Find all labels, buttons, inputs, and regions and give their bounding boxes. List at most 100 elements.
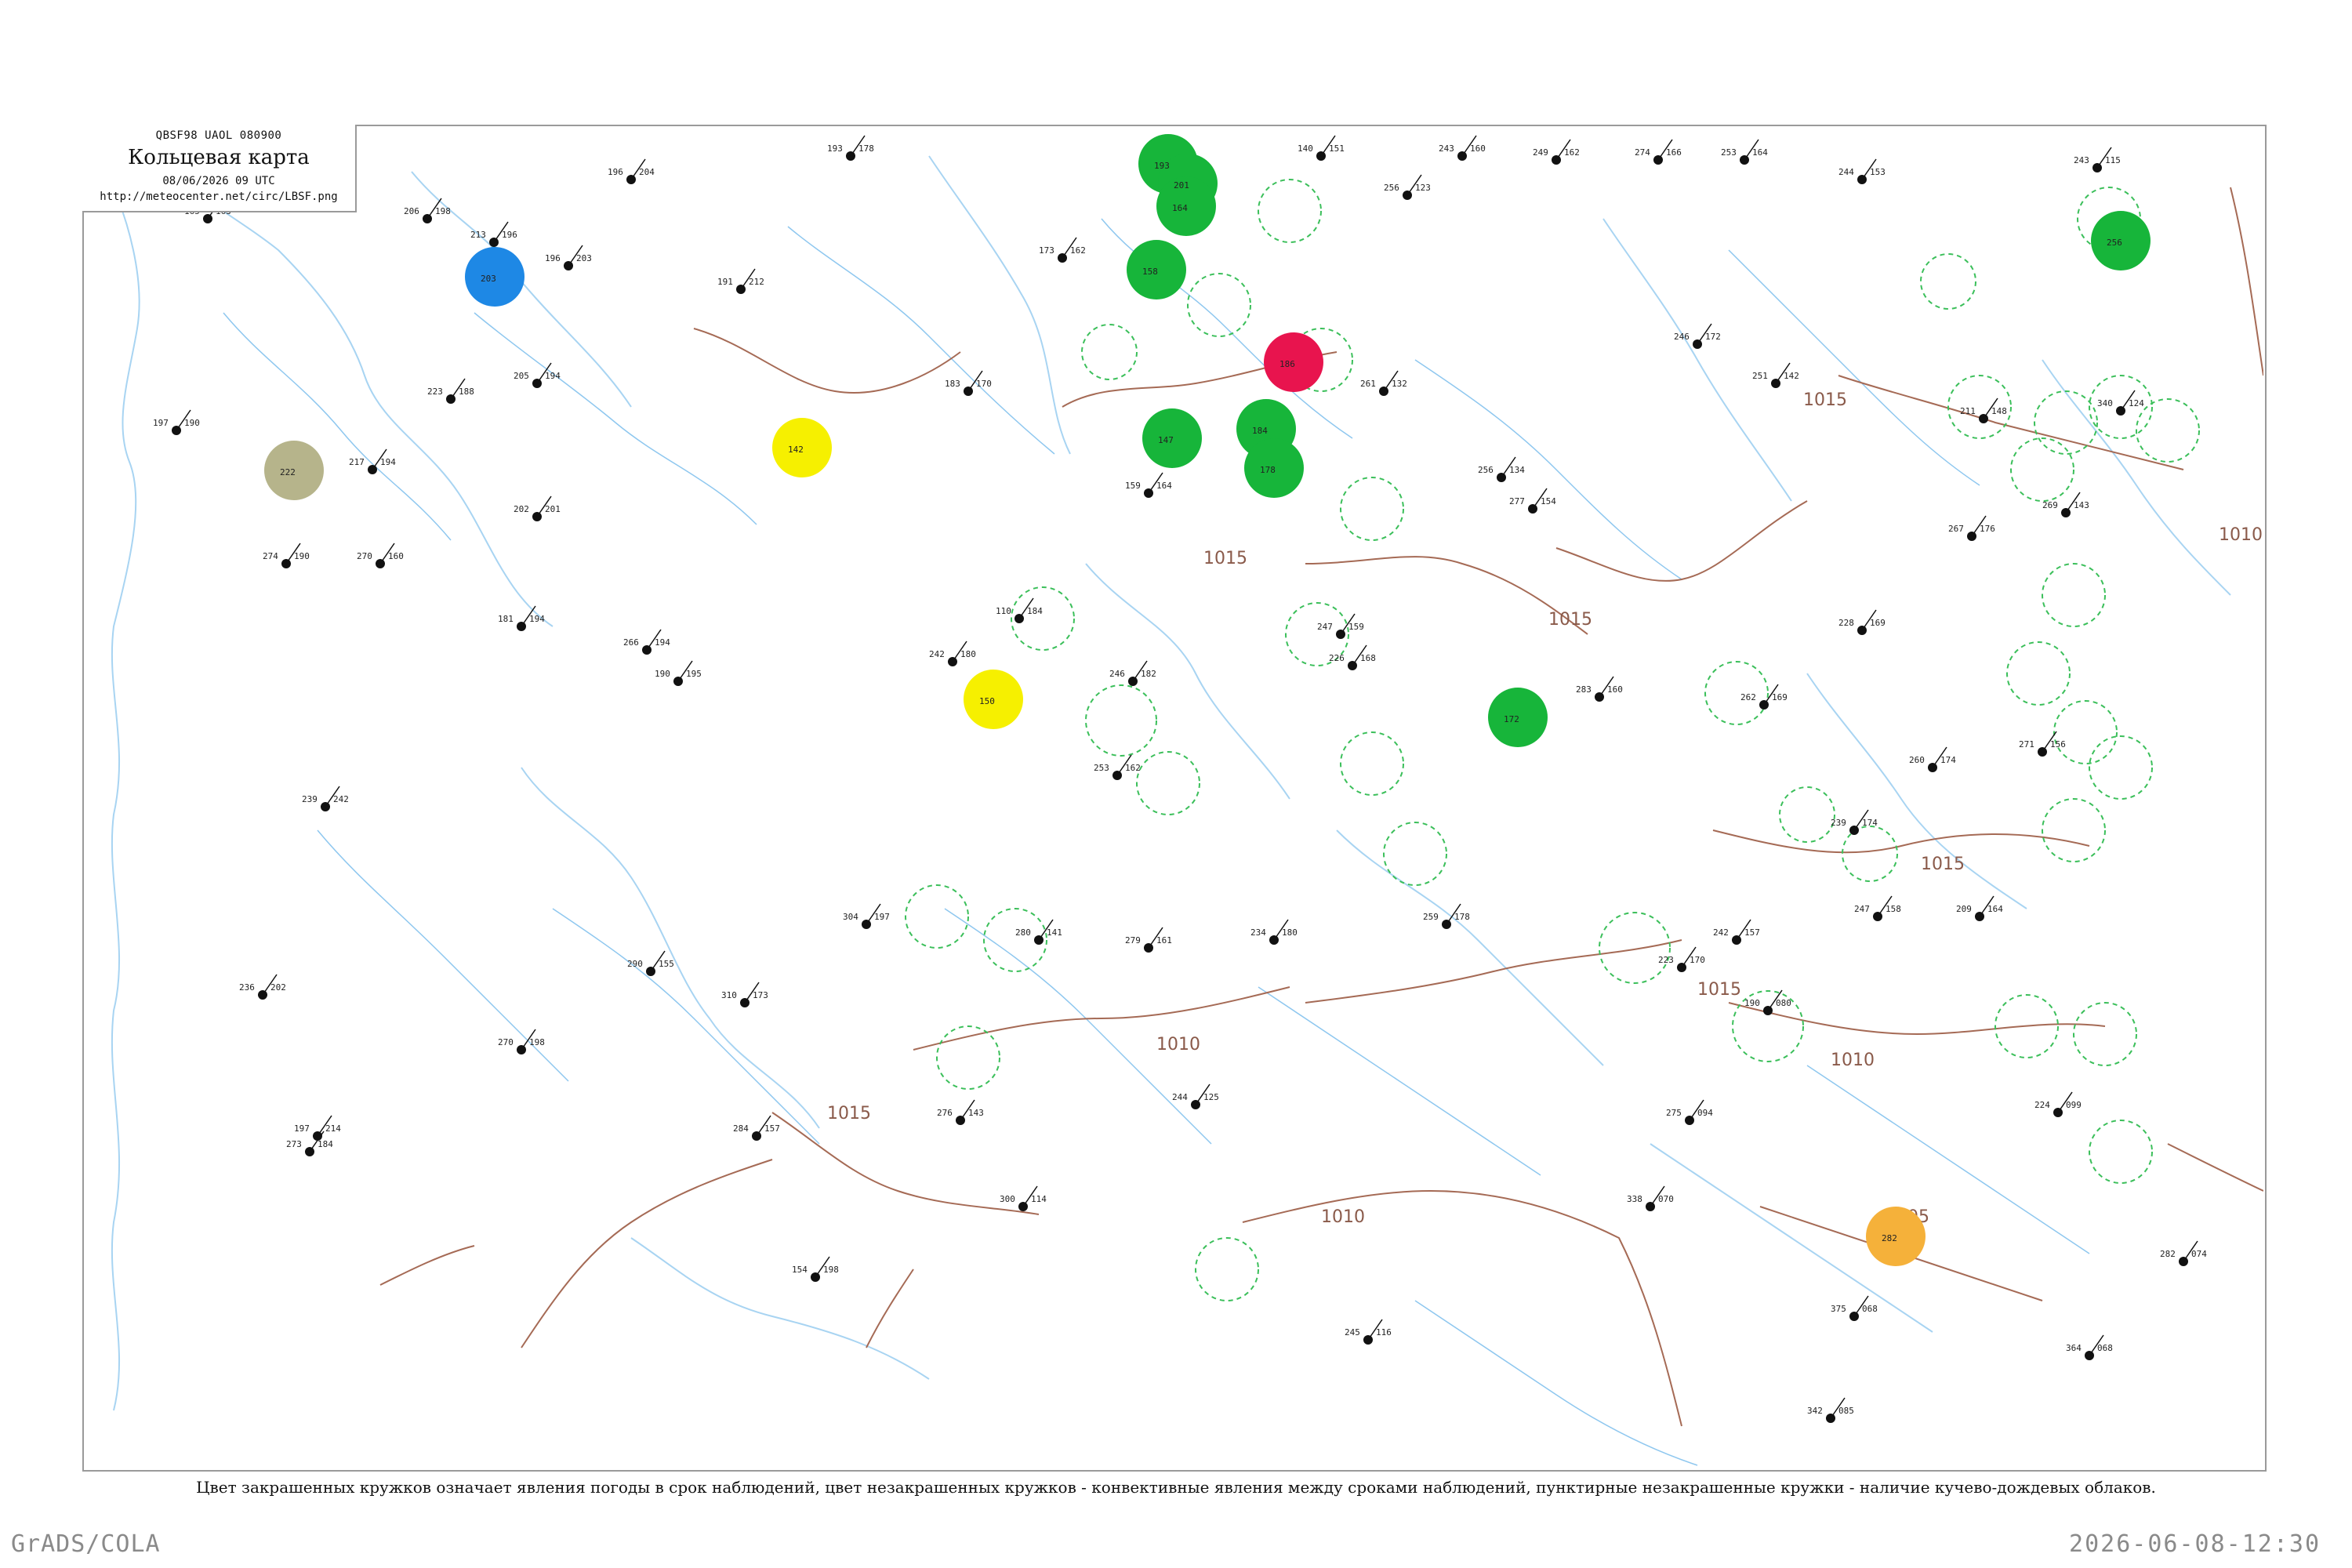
station-plot[interactable]: 270 160: [357, 543, 404, 568]
svg-text:242: 242: [1713, 927, 1729, 938]
isobar-label: 1015: [1803, 390, 1847, 410]
station-plot[interactable]: 342 085: [1807, 1397, 1854, 1423]
colored-station-temp: 256: [2107, 238, 2122, 248]
station-plot[interactable]: 282 074: [2160, 1240, 2207, 1266]
station-plot[interactable]: 154 198: [792, 1256, 839, 1282]
station-plot[interactable]: 253 164: [1721, 139, 1768, 165]
svg-text:155: 155: [659, 959, 674, 969]
station-plot[interactable]: 196 204: [608, 158, 655, 184]
station-plot[interactable]: 269 143: [2042, 492, 2089, 517]
station-plot[interactable]: 173 162: [1039, 237, 1086, 263]
station-plot[interactable]: 251 142: [1752, 362, 1799, 388]
svg-text:183: 183: [945, 379, 960, 389]
station-plot[interactable]: 243 115: [2074, 147, 2121, 172]
station-plot[interactable]: 262 169: [1740, 684, 1788, 710]
source-url[interactable]: http://meteocenter.net/circ/LBSF.png: [82, 191, 355, 203]
station-plot[interactable]: 244 153: [1838, 158, 1886, 184]
station-plot[interactable]: 274 166: [1635, 139, 1682, 165]
station-plot[interactable]: 245 116: [1345, 1319, 1392, 1345]
svg-text:142: 142: [1784, 371, 1799, 381]
station-plot[interactable]: 304 197: [843, 903, 890, 929]
station-plot[interactable]: 193 178: [827, 135, 874, 161]
station-plot[interactable]: 273 184: [286, 1131, 333, 1156]
svg-text:173: 173: [1039, 245, 1054, 256]
station-plot[interactable]: 290 155: [627, 950, 674, 976]
station-plot[interactable]: 284 157: [733, 1115, 780, 1141]
station-plot[interactable]: 202 201: [514, 495, 561, 521]
station-plot[interactable]: 197 214: [294, 1115, 341, 1141]
station-plot[interactable]: 197 190: [153, 409, 200, 435]
station-plot[interactable]: 246 182: [1109, 660, 1156, 686]
station-plot[interactable]: 239 174: [1831, 809, 1878, 835]
station-plot[interactable]: 249 162: [1533, 139, 1580, 165]
station-plot[interactable]: 234 180: [1250, 919, 1298, 945]
station-plot[interactable]: 375 068: [1831, 1295, 1878, 1321]
station-plot[interactable]: 159 164: [1125, 472, 1172, 498]
station-plot[interactable]: 300 114: [1000, 1185, 1047, 1211]
station-plot[interactable]: 276 143: [937, 1099, 984, 1125]
svg-text:196: 196: [502, 230, 517, 240]
svg-text:162: 162: [1070, 245, 1086, 256]
station-plot[interactable]: 261 132: [1360, 370, 1407, 396]
station-plot[interactable]: 228 169: [1838, 609, 1886, 635]
svg-text:246: 246: [1109, 669, 1125, 679]
station-plot[interactable]: 181 194: [498, 605, 545, 631]
station-plot[interactable]: 224 099: [2034, 1091, 2082, 1117]
station-plot[interactable]: 211 148: [1960, 397, 2007, 423]
svg-text:197: 197: [294, 1123, 310, 1134]
station-plot[interactable]: 190 195: [655, 660, 702, 686]
station-plot[interactable]: 196 203: [545, 245, 592, 270]
station-plot[interactable]: 310 173: [721, 982, 768, 1007]
station-plot[interactable]: 140 151: [1298, 135, 1345, 161]
station-plot[interactable]: 283 160: [1576, 676, 1623, 702]
station-plot[interactable]: 206 198: [404, 198, 451, 223]
station-plot[interactable]: 190 080: [1744, 989, 1791, 1015]
svg-text:143: 143: [968, 1108, 984, 1118]
station-plot[interactable]: 364 068: [2066, 1334, 2113, 1360]
svg-text:156: 156: [2050, 739, 2066, 750]
station-plot[interactable]: 277 154: [1509, 488, 1556, 514]
station-plot[interactable]: 274 190: [263, 543, 310, 568]
station-plot[interactable]: 243 160: [1439, 135, 1486, 161]
station-plot[interactable]: 280 141: [1015, 919, 1062, 945]
station-plot[interactable]: 256 123: [1384, 174, 1431, 200]
station-plot[interactable]: 253 162: [1094, 754, 1141, 780]
station-plot[interactable]: 246 172: [1674, 323, 1721, 349]
station-plot[interactable]: 191 212: [717, 268, 764, 294]
station-plot[interactable]: 242 157: [1713, 919, 1760, 945]
colored-station-temp: 201: [1174, 180, 1189, 191]
station-plot[interactable]: 338 070: [1627, 1185, 1674, 1211]
svg-text:253: 253: [1094, 763, 1109, 773]
station-plot[interactable]: 223 188: [427, 378, 474, 404]
weather-map[interactable]: 1010 1015 1015 1015 1015 1015 1010 1010 …: [82, 125, 2263, 1468]
station-plot[interactable]: 279 161: [1125, 927, 1172, 953]
legend-caption: Цвет закрашенных кружков означает явлени…: [196, 1478, 2156, 1497]
station-plot[interactable]: 247 158: [1854, 895, 1901, 921]
svg-text:277: 277: [1509, 496, 1525, 506]
station-plot[interactable]: 226 168: [1329, 644, 1376, 670]
station-plot[interactable]: 209 164: [1956, 895, 2003, 921]
station-plot[interactable]: 247 159: [1317, 613, 1364, 639]
station-plot[interactable]: 266 194: [623, 629, 670, 655]
station-plot[interactable]: 271 156: [2019, 731, 2066, 757]
station-plot[interactable]: 213 196: [470, 221, 517, 247]
station-plot[interactable]: 242 180: [929, 641, 976, 666]
station-plot[interactable]: 340 124: [2097, 390, 2144, 416]
station-plot[interactable]: 205 194: [514, 362, 561, 388]
station-plot[interactable]: 217 194: [349, 448, 396, 474]
station-plot[interactable]: 223 170: [1658, 946, 1705, 972]
svg-text:198: 198: [529, 1037, 545, 1047]
station-plot[interactable]: 244 125: [1172, 1083, 1219, 1109]
station-plot[interactable]: 267 176: [1948, 515, 1995, 541]
isobar-label: 1010: [1321, 1207, 1365, 1227]
svg-text:195: 195: [686, 669, 702, 679]
station-plot[interactable]: 236 202: [239, 974, 286, 1000]
station-plot[interactable]: 239 242: [302, 786, 349, 811]
station-plot[interactable]: 110 184: [996, 597, 1043, 623]
station-plot[interactable]: 260 174: [1909, 746, 1956, 772]
svg-text:256: 256: [1478, 465, 1494, 475]
station-plot[interactable]: 256 134: [1478, 456, 1525, 482]
svg-text:244: 244: [1838, 167, 1854, 177]
station-plot[interactable]: 275 094: [1666, 1099, 1713, 1125]
svg-text:143: 143: [2074, 500, 2089, 510]
